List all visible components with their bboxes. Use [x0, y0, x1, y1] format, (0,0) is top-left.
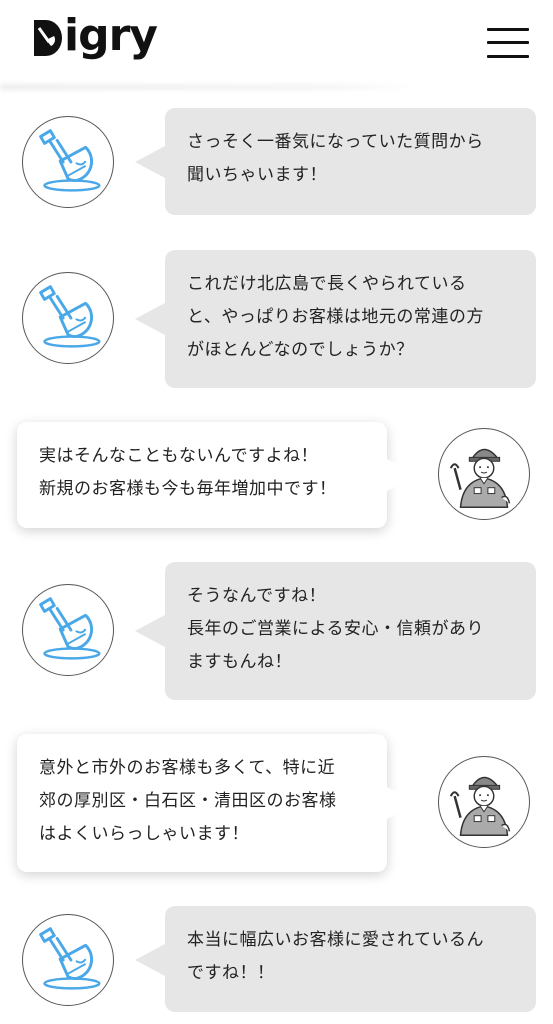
message-line: 聞いちゃいます！	[187, 165, 327, 185]
message-line: これだけ北広島で長くやられている	[187, 274, 467, 294]
message-line: がほとんどなのでしょうか？	[187, 340, 414, 360]
staff-avatar	[438, 756, 530, 848]
shovel-icon	[23, 915, 113, 1005]
message-line: ですね！！	[187, 963, 275, 983]
logo-text: igry	[64, 10, 158, 61]
message-bubble: 意外と市外のお客様も多くて、特に近 郊の厚別区・白石区・清田区のお客様 はよくい…	[17, 734, 417, 872]
shovel-icon	[23, 273, 113, 363]
hamburger-menu-button[interactable]	[487, 28, 529, 58]
message-bubble: これだけ北広島で長くやられている と、やっぱりお客様は地元の常連の方 がほとんど…	[135, 250, 536, 388]
message-line: 長年のご営業による安心・信頼があり	[187, 619, 484, 639]
mechanic-icon	[439, 757, 529, 847]
message-bubble: 実はそんなこともないんですよね！ 新規のお客様も今も毎年増加中です！	[17, 422, 417, 528]
message-bubble: さっそく一番気になっていた質問から 聞いちゃいます！	[135, 108, 536, 215]
message-line: ますもんね！	[187, 652, 292, 672]
logo-mark-icon	[34, 20, 62, 56]
mechanic-icon	[439, 429, 529, 519]
message-line: そうなんですね！	[187, 586, 327, 606]
site-header: igry	[0, 0, 553, 86]
message-line: さっそく一番気になっていた質問から	[187, 132, 484, 152]
message-bubble: そうなんですね！ 長年のご営業による安心・信頼があり ますもんね！	[135, 562, 536, 700]
interviewer-avatar	[22, 116, 114, 208]
interviewer-avatar	[22, 272, 114, 364]
menu-bar	[487, 55, 529, 58]
message-line: 意外と市外のお客様も多くて、特に近	[39, 758, 336, 778]
menu-bar	[487, 28, 529, 31]
message-line: はよくいらっしゃいます！	[39, 824, 249, 844]
message-line: と、やっぱりお客様は地元の常連の方	[187, 307, 484, 327]
message-line: 郊の厚別区・白石区・清田区のお客様	[39, 791, 337, 811]
interviewer-avatar	[22, 584, 114, 676]
menu-bar	[487, 41, 529, 44]
staff-avatar	[438, 428, 530, 520]
message-line: 実はそんなこともないんですよね！	[39, 446, 319, 466]
message-line: 新規のお客様も今も毎年増加中です！	[39, 479, 337, 499]
header-shadow	[0, 84, 553, 90]
interviewer-avatar	[22, 914, 114, 1006]
shovel-icon	[23, 117, 113, 207]
shovel-icon	[23, 585, 113, 675]
message-line: 本当に幅広いお客様に愛されているん	[187, 930, 484, 950]
logo[interactable]: igry	[32, 10, 158, 61]
message-bubble: 本当に幅広いお客様に愛されているん ですね！！	[135, 906, 536, 1012]
